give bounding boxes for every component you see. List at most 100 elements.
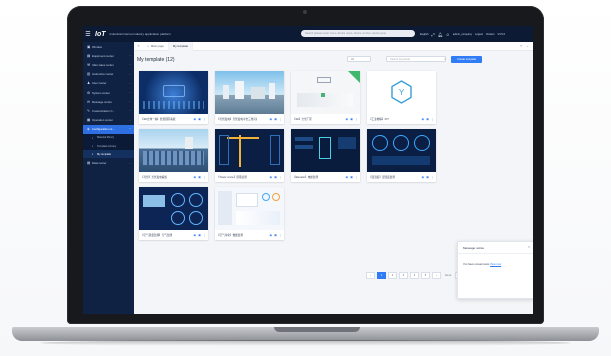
template-card[interactable]: 【3D立体一站】智慧园区看板 ◉ ▣ ⋮ [139, 71, 208, 124]
preview-eye-icon[interactable]: ◉ [270, 233, 273, 237]
tab-scroll-left-icon[interactable]: « [134, 44, 143, 48]
template-thumbnail [215, 187, 284, 230]
more-icon[interactable]: ⋮ [431, 175, 434, 179]
preview-eye-icon[interactable]: ◉ [194, 117, 197, 121]
preview-eye-icon[interactable]: ◉ [270, 175, 273, 179]
sidebar-item-system[interactable]: ⚙ System center ⌄ [83, 88, 134, 97]
create-template-button[interactable]: Create template [451, 56, 482, 63]
sidebar-subitem-label: Material library [97, 136, 115, 140]
preview-eye-icon[interactable]: ◉ [194, 175, 197, 179]
search-icon[interactable]: ⌕ [442, 56, 448, 62]
sidebar-item-window[interactable]: ▣ Window [83, 42, 134, 51]
edit-icon[interactable]: ▣ [198, 117, 201, 121]
category-select[interactable]: All [347, 56, 371, 62]
template-card[interactable]: 【3D】全景厂区 ◉ ▣ ⋮ [291, 71, 360, 124]
preview-eye-icon[interactable]: ◉ [270, 117, 273, 121]
page-next-icon[interactable]: › [432, 272, 441, 279]
template-thumbnail: Y [367, 71, 436, 114]
header-actions: English ⤢ 🔔︎ ☺ admin_company Logout Vers… [420, 26, 505, 42]
language-switch[interactable]: English [420, 33, 429, 36]
sidebar-item-message[interactable]: ✉ Message center ⌄ [83, 97, 134, 106]
sidebar-item-customization[interactable]: ✎ Customization C... ⌄ [83, 106, 134, 115]
divider [458, 253, 533, 254]
search-placeholder: Search (please enter menu, device name, … [305, 32, 387, 35]
template-name: 【光伏发电】光伏发电平台三维可视化 [217, 118, 257, 121]
chevron-down-icon: ⌄ [128, 109, 131, 113]
sidebar-item-equipment[interactable]: ▤ Equipment center ⌄ [83, 51, 134, 60]
sidebar-item-operation[interactable]: ▦ Operation center ⌄ [83, 116, 134, 125]
chevron-down-icon: ⌄ [128, 91, 131, 95]
template-card[interactable]: 【Elevator】电梯监测 ◉ ▣ ⋮ [291, 129, 360, 182]
tab-main-page[interactable]: ⌂ Main page [143, 41, 169, 51]
chevron-up-icon: ⌃ [128, 127, 131, 131]
page-2[interactable]: 2 [388, 272, 397, 279]
template-name: 【工业物联】IOT [369, 118, 389, 121]
close-icon[interactable]: × [528, 245, 530, 249]
template-card[interactable]: Y 【工业物联】IOT ◉ ▣ ⋮ [367, 71, 436, 124]
tab-label: My template [172, 44, 189, 48]
edit-icon[interactable]: ▣ [350, 175, 353, 179]
account-name[interactable]: admin_company [453, 33, 472, 36]
edit-icon[interactable]: ▣ [274, 117, 277, 121]
tab-menu-chevron-icon[interactable]: ⌄ [526, 44, 529, 48]
tab-my-template[interactable]: My template [168, 41, 194, 51]
more-icon[interactable]: ⋮ [355, 117, 358, 121]
sidebar-item-after-sales[interactable]: ⚒ After sales center ⌄ [83, 60, 134, 69]
more-icon[interactable]: ⋮ [431, 117, 434, 121]
page-prev-icon[interactable]: ‹ [366, 272, 375, 279]
sidebar-item-user[interactable]: ♟ User center ⌄ [83, 79, 134, 88]
edit-icon[interactable]: ▣ [350, 117, 353, 121]
more-icon[interactable]: ⋮ [203, 175, 206, 179]
keyword-search-input[interactable]: Search keywords [386, 56, 446, 62]
svg-text:Y: Y [399, 88, 405, 97]
preview-eye-icon[interactable]: ◉ [422, 175, 425, 179]
template-card[interactable]: 【温湿度】温湿度监测 ◉ ▣ ⋮ [367, 129, 436, 182]
edit-icon[interactable]: ▣ [274, 233, 277, 237]
message-text: You have unread news [463, 263, 490, 266]
edit-icon[interactable]: ▣ [198, 175, 201, 179]
page-title: My template (12) [137, 57, 175, 63]
template-name: 【空气净化】数据监测 [217, 234, 243, 237]
sidebar-item-configuration[interactable]: ◈ Configuration ce... ⌃ [83, 124, 134, 134]
sidebar-subitem-my-template[interactable]: ▪ My template [83, 150, 134, 159]
sidebar-item-label: Instruction center [92, 72, 114, 77]
edit-icon[interactable]: ▣ [426, 175, 429, 179]
template-card[interactable]: 【Tower crane】塔吊监测 ◉ ▣ ⋮ [215, 129, 284, 182]
user-avatar-icon[interactable]: ☺ [446, 32, 450, 37]
more-icon[interactable]: ⋮ [203, 117, 206, 121]
sidebar-item-data-center[interactable]: ▤ Data center ⌄ [83, 158, 134, 167]
message-notice-popup: Message notice × You have unread news Vi… [457, 241, 533, 299]
tab-scroll-right-icon[interactable]: » [520, 44, 522, 48]
more-icon[interactable]: ⋮ [279, 175, 282, 179]
preview-eye-icon[interactable]: ◉ [194, 233, 197, 237]
page-1[interactable]: 1 [377, 272, 386, 279]
more-icon[interactable]: ⋮ [203, 233, 206, 237]
page-4[interactable]: 4 [410, 272, 419, 279]
more-icon[interactable]: ⋮ [279, 233, 282, 237]
notification-bell-icon[interactable]: 🔔︎ [438, 32, 443, 37]
preview-eye-icon[interactable]: ◉ [346, 117, 349, 121]
template-card[interactable]: 【光伏发电】光伏发电平台三维可视化 ◉ ▣ ⋮ [215, 71, 284, 124]
sidebar-subitem-material-library[interactable]: ▪ Material library [83, 133, 134, 143]
global-search-input[interactable]: Search (please enter menu, device name, … [301, 30, 415, 37]
hamburger-menu-icon[interactable]: ☰ [83, 31, 93, 38]
page-3[interactable]: 3 [399, 272, 408, 279]
edit-icon[interactable]: ▣ [198, 233, 201, 237]
message-title: Message notice [463, 246, 485, 250]
preview-eye-icon[interactable]: ◉ [422, 117, 425, 121]
sidebar-subitem-template-library[interactable]: ▪ Template Library [83, 142, 134, 151]
preview-eye-icon[interactable]: ◉ [346, 175, 349, 179]
template-card[interactable]: 【空气质量监测】空气监测 ◉ ▣ ⋮ [139, 187, 208, 240]
more-icon[interactable]: ⋮ [279, 117, 282, 121]
edit-icon[interactable]: ▣ [426, 117, 429, 121]
edit-icon[interactable]: ▣ [274, 175, 277, 179]
fullscreen-icon[interactable]: ⤢ [432, 32, 435, 37]
view-now-link[interactable]: View now [490, 263, 501, 266]
sidebar-item-instruction[interactable]: ▥ Instruction center ⌄ [83, 70, 134, 79]
template-card[interactable]: 【光伏】光伏发电看板 ◉ ▣ ⋮ [139, 129, 208, 182]
logout-link[interactable]: Logout [475, 33, 483, 36]
laptop-shadow [40, 340, 571, 346]
more-icon[interactable]: ⋮ [355, 175, 358, 179]
template-card[interactable]: 【空气净化】数据监测 ◉ ▣ ⋮ [215, 187, 284, 240]
page-5[interactable]: 5 [421, 272, 430, 279]
